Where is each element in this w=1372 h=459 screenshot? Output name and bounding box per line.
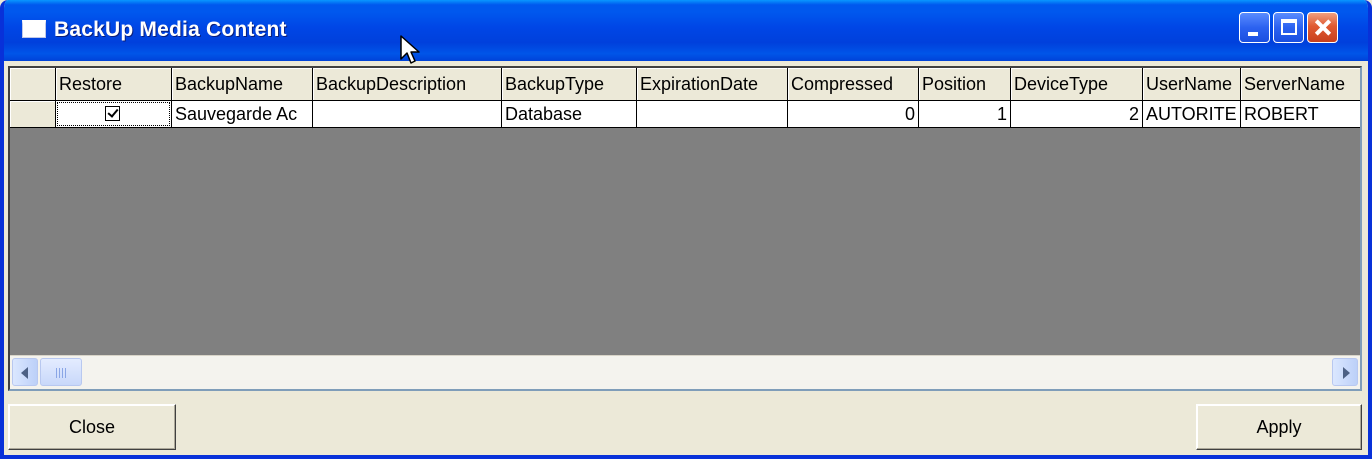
scroll-thumb[interactable]: [40, 358, 82, 386]
minimize-button[interactable]: [1239, 12, 1270, 43]
cell-expirationdate[interactable]: [637, 101, 788, 128]
title-bar[interactable]: BackUp Media Content: [4, 0, 1368, 61]
cell-backupdescription[interactable]: [313, 101, 502, 128]
column-header-restore[interactable]: Restore: [56, 68, 172, 101]
column-header-backupdescription[interactable]: BackupDescription: [313, 68, 502, 101]
row-selector[interactable]: [10, 101, 56, 128]
backup-media-grid[interactable]: Restore BackupName BackupDescription Bac…: [8, 66, 1362, 391]
column-header-backupname[interactable]: BackupName: [172, 68, 313, 101]
chevron-left-icon: [21, 367, 28, 379]
cell-position[interactable]: 1: [919, 101, 1011, 128]
cell-compressed[interactable]: 0: [788, 101, 919, 128]
chevron-right-icon: [1343, 367, 1350, 379]
cell-backuptype[interactable]: Database: [502, 101, 637, 128]
window-app-icon: [22, 20, 46, 38]
grid-header-row: Restore BackupName BackupDescription Bac…: [10, 68, 1360, 101]
column-header-username[interactable]: UserName: [1143, 68, 1241, 101]
scroll-right-button[interactable]: [1332, 358, 1358, 386]
column-header-position[interactable]: Position: [919, 68, 1011, 101]
grip-icon: [56, 368, 68, 378]
close-window-button[interactable]: [1307, 12, 1338, 43]
table-row[interactable]: Sauvegarde Ac Database 0 1 2 AUTORITE RO…: [10, 101, 1360, 128]
horizontal-scrollbar[interactable]: [10, 355, 1360, 389]
cell-backupname[interactable]: Sauvegarde Ac: [172, 101, 313, 128]
window-title: BackUp Media Content: [54, 18, 287, 41]
minimize-icon: [1248, 32, 1258, 36]
mouse-cursor-icon: [400, 35, 420, 64]
apply-button[interactable]: Apply: [1196, 404, 1362, 450]
cell-servername[interactable]: ROBERT: [1241, 101, 1360, 128]
restore-checkbox[interactable]: [105, 106, 120, 121]
maximize-icon: [1281, 19, 1297, 35]
cell-devicetype[interactable]: 2: [1011, 101, 1143, 128]
column-header-expirationdate[interactable]: ExpirationDate: [637, 68, 788, 101]
column-header-compressed[interactable]: Compressed: [788, 68, 919, 101]
close-icon: [1308, 13, 1337, 42]
column-header-devicetype[interactable]: DeviceType: [1011, 68, 1143, 101]
close-button[interactable]: Close: [8, 404, 176, 450]
maximize-button[interactable]: [1273, 12, 1304, 43]
column-header-servername[interactable]: ServerName: [1241, 68, 1360, 101]
cell-username[interactable]: AUTORITE: [1143, 101, 1241, 128]
column-header-backuptype[interactable]: BackupType: [502, 68, 637, 101]
scroll-left-button[interactable]: [12, 358, 38, 386]
row-header-corner: [10, 68, 56, 101]
restore-cell[interactable]: [56, 101, 172, 128]
